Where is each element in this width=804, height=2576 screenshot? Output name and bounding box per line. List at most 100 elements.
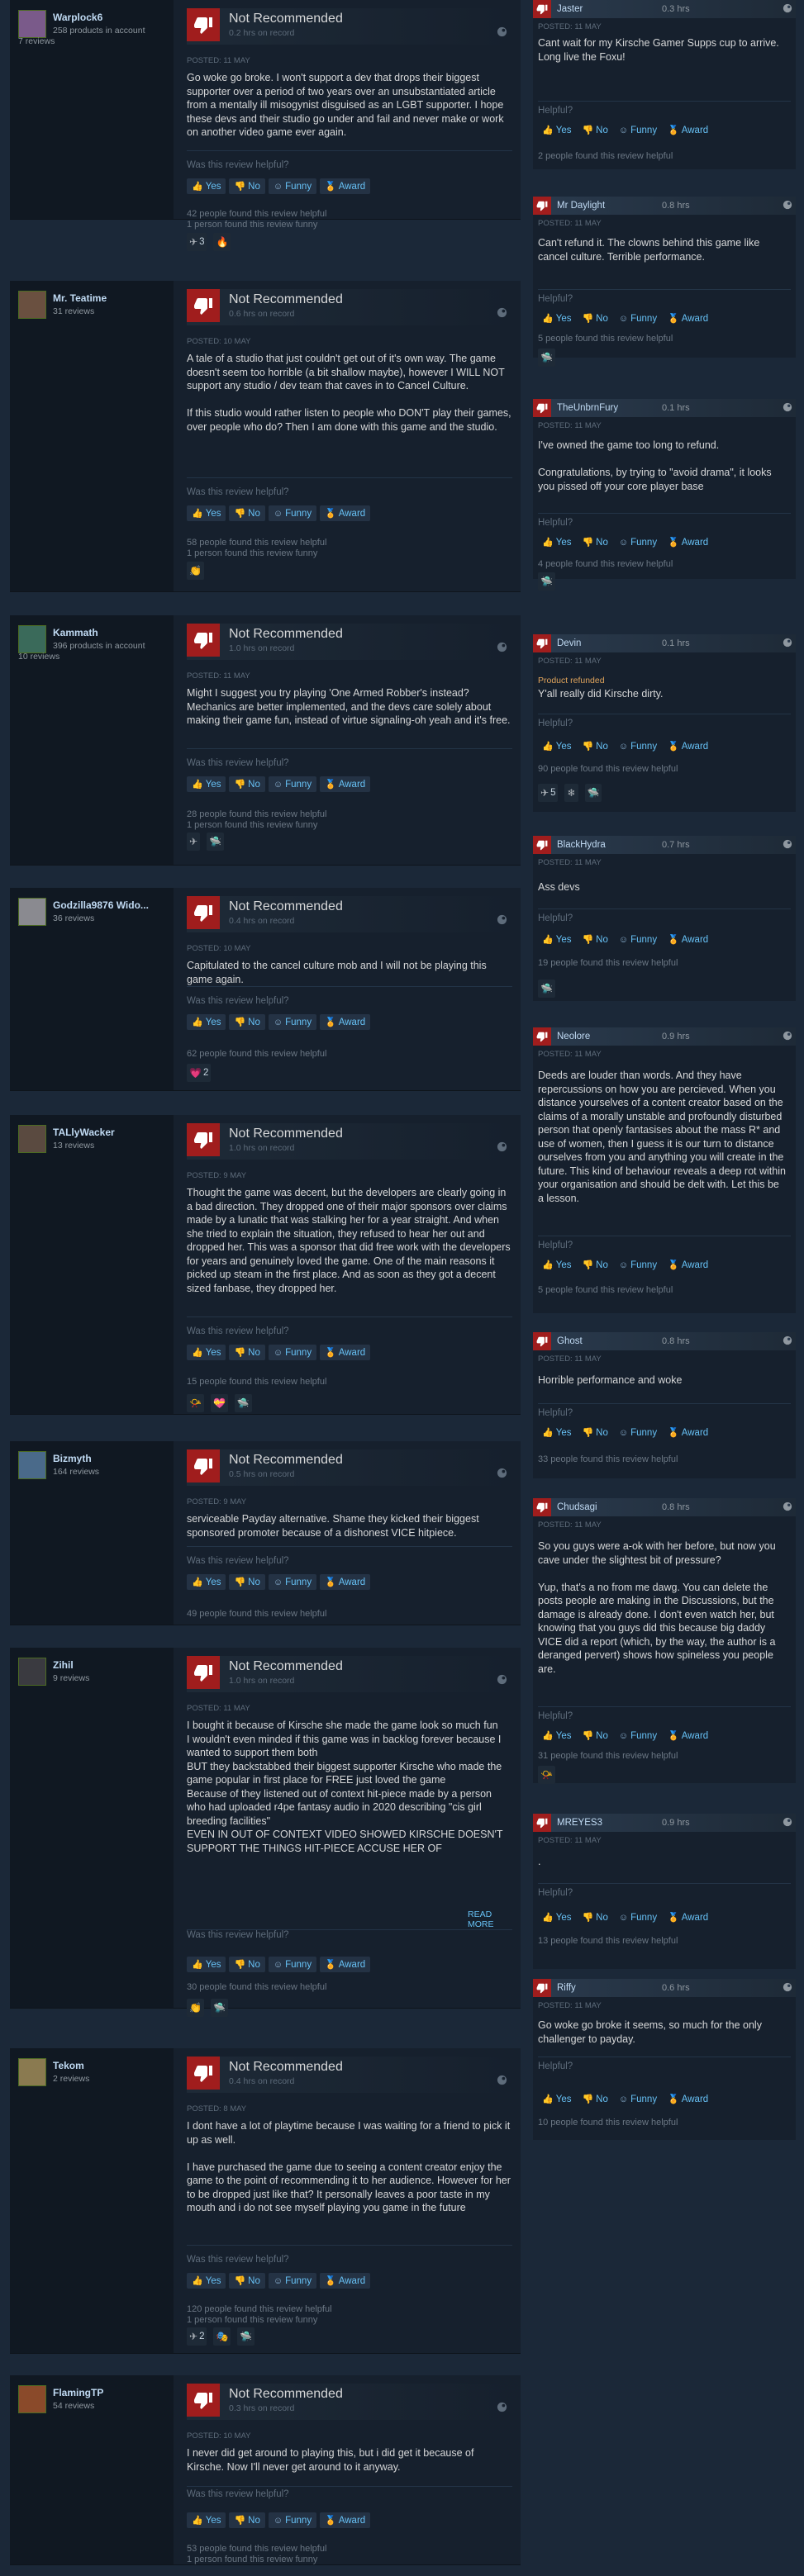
yes-button[interactable]: 👍 Yes — [538, 1728, 575, 1743]
award-badge[interactable]: 🔥 — [213, 233, 231, 251]
author-name[interactable]: Zihil — [53, 1659, 169, 1671]
no-button[interactable]: 👎 No — [578, 932, 611, 947]
funny-button[interactable]: ☺ Funny — [268, 505, 317, 521]
funny-button[interactable]: ☺ Funny — [268, 2512, 317, 2528]
award-badge[interactable]: ❄ — [564, 784, 578, 802]
funny-button[interactable]: ☺ Funny — [268, 1014, 317, 1030]
award-badge[interactable]: ✈ — [187, 833, 201, 851]
vote-header[interactable]: Not Recommended 1.0 hrs on record — [187, 624, 512, 660]
no-button[interactable]: 👎 No — [229, 2273, 265, 2289]
avatar[interactable] — [18, 10, 46, 38]
author-name[interactable]: Bizmyth — [53, 1453, 169, 1464]
steam-icon[interactable] — [783, 1501, 792, 1511]
award-badge[interactable]: ✈ 5 — [538, 784, 559, 802]
steam-icon[interactable] — [497, 2075, 507, 2085]
funny-button[interactable]: ☺ Funny — [615, 311, 661, 326]
funny-button[interactable]: ☺ Funny — [268, 178, 317, 194]
avatar[interactable] — [18, 1125, 46, 1153]
vote-header[interactable]: BlackHydra 0.7 hrs — [533, 836, 796, 854]
award-badge[interactable]: 🛸 — [538, 980, 555, 998]
award-badge[interactable]: 👏 — [187, 562, 204, 580]
award-badge[interactable]: 📯 — [538, 1766, 555, 1784]
award-button[interactable]: 🏅 Award — [664, 1728, 712, 1743]
steam-icon[interactable] — [783, 402, 792, 412]
avatar[interactable] — [18, 1658, 46, 1686]
no-button[interactable]: 👎 No — [578, 2091, 611, 2107]
author-name[interactable]: Riffy — [557, 1983, 576, 1993]
award-button[interactable]: 🏅 Award — [320, 776, 371, 792]
yes-button[interactable]: 👍 Yes — [187, 1957, 226, 1972]
no-button[interactable]: 👎 No — [229, 178, 265, 194]
funny-button[interactable]: ☺ Funny — [268, 1345, 317, 1360]
no-button[interactable]: 👎 No — [578, 534, 611, 550]
award-button[interactable]: 🏅 Award — [320, 1957, 371, 1972]
vote-header[interactable]: Not Recommended 0.5 hrs on record — [187, 1449, 512, 1486]
award-badge[interactable]: 🛸 — [237, 2327, 255, 2346]
author-name[interactable]: FlamingTP — [53, 2387, 169, 2398]
steam-icon[interactable] — [783, 1982, 792, 1992]
vote-header[interactable]: Devin 0.1 hrs — [533, 634, 796, 652]
author-name[interactable]: Warplock6 — [53, 12, 169, 23]
steam-icon[interactable] — [497, 26, 507, 37]
steam-icon[interactable] — [497, 307, 507, 318]
vote-header[interactable]: Ghost 0.8 hrs — [533, 1332, 796, 1350]
vote-header[interactable]: Not Recommended 0.4 hrs on record — [187, 896, 512, 932]
avatar[interactable] — [18, 1451, 46, 1479]
steam-icon[interactable] — [783, 638, 792, 648]
author-name[interactable]: Kammath — [53, 627, 169, 638]
no-button[interactable]: 👎 No — [229, 1957, 265, 1972]
vote-header[interactable]: Jaster 0.3 hrs — [533, 0, 796, 18]
vote-header[interactable]: Not Recommended 0.6 hrs on record — [187, 289, 512, 325]
author-name[interactable]: TheUnbrnFury — [557, 403, 618, 413]
author-name[interactable]: MREYES3 — [557, 1818, 602, 1828]
award-badge[interactable]: 🛸 — [234, 1394, 252, 1412]
yes-button[interactable]: 👍 Yes — [538, 1909, 575, 1925]
author-name[interactable]: Jaster — [557, 4, 583, 14]
award-badge[interactable]: 🛸 — [207, 833, 225, 851]
steam-icon[interactable] — [783, 3, 792, 13]
funny-button[interactable]: ☺ Funny — [615, 1425, 661, 1440]
award-button[interactable]: 🏅 Award — [320, 1014, 371, 1030]
vote-header[interactable]: Not Recommended 0.2 hrs on record — [187, 8, 512, 45]
yes-button[interactable]: 👍 Yes — [538, 2091, 575, 2107]
vote-header[interactable]: Not Recommended 0.4 hrs on record — [187, 2057, 512, 2093]
author-name[interactable]: Ghost — [557, 1336, 583, 1346]
no-button[interactable]: 👎 No — [578, 738, 611, 754]
award-button[interactable]: 🏅 Award — [664, 534, 712, 550]
award-button[interactable]: 🏅 Award — [320, 1345, 371, 1360]
steam-icon[interactable] — [497, 642, 507, 652]
vote-header[interactable]: Not Recommended 0.3 hrs on record — [187, 2384, 512, 2420]
award-badge[interactable]: 👏 — [187, 1999, 204, 2017]
yes-button[interactable]: 👍 Yes — [187, 2512, 226, 2528]
no-button[interactable]: 👎 No — [229, 2512, 265, 2528]
funny-button[interactable]: ☺ Funny — [615, 2091, 661, 2107]
avatar[interactable] — [18, 2385, 46, 2413]
funny-button[interactable]: ☺ Funny — [615, 1257, 661, 1273]
funny-button[interactable]: ☺ Funny — [268, 1957, 317, 1972]
author-name[interactable]: Mr Daylight — [557, 201, 605, 211]
no-button[interactable]: 👎 No — [578, 311, 611, 326]
vote-header[interactable]: Mr Daylight 0.8 hrs — [533, 197, 796, 215]
yes-button[interactable]: 👍 Yes — [187, 1345, 226, 1360]
no-button[interactable]: 👎 No — [229, 776, 265, 792]
vote-header[interactable]: Not Recommended 1.0 hrs on record — [187, 1656, 512, 1692]
funny-button[interactable]: ☺ Funny — [615, 122, 661, 138]
yes-button[interactable]: 👍 Yes — [187, 1014, 226, 1030]
award-badge[interactable]: ✈ 3 — [187, 233, 207, 251]
author-name[interactable]: Godzilla9876 Wido... — [53, 899, 169, 911]
award-badge[interactable]: ✈ 2 — [187, 2327, 207, 2346]
author-name[interactable]: BlackHydra — [557, 840, 606, 850]
steam-icon[interactable] — [497, 1674, 507, 1685]
vote-header[interactable]: Not Recommended 1.0 hrs on record — [187, 1123, 512, 1160]
steam-icon[interactable] — [783, 200, 792, 210]
steam-icon[interactable] — [783, 1335, 792, 1345]
no-button[interactable]: 👎 No — [578, 122, 611, 138]
yes-button[interactable]: 👍 Yes — [538, 932, 575, 947]
no-button[interactable]: 👎 No — [578, 1257, 611, 1273]
award-button[interactable]: 🏅 Award — [664, 932, 712, 947]
no-button[interactable]: 👎 No — [229, 1574, 265, 1590]
steam-icon[interactable] — [497, 914, 507, 925]
award-badge[interactable]: 🛸 — [210, 1999, 228, 2017]
funny-button[interactable]: ☺ Funny — [615, 1728, 661, 1743]
avatar[interactable] — [18, 898, 46, 926]
